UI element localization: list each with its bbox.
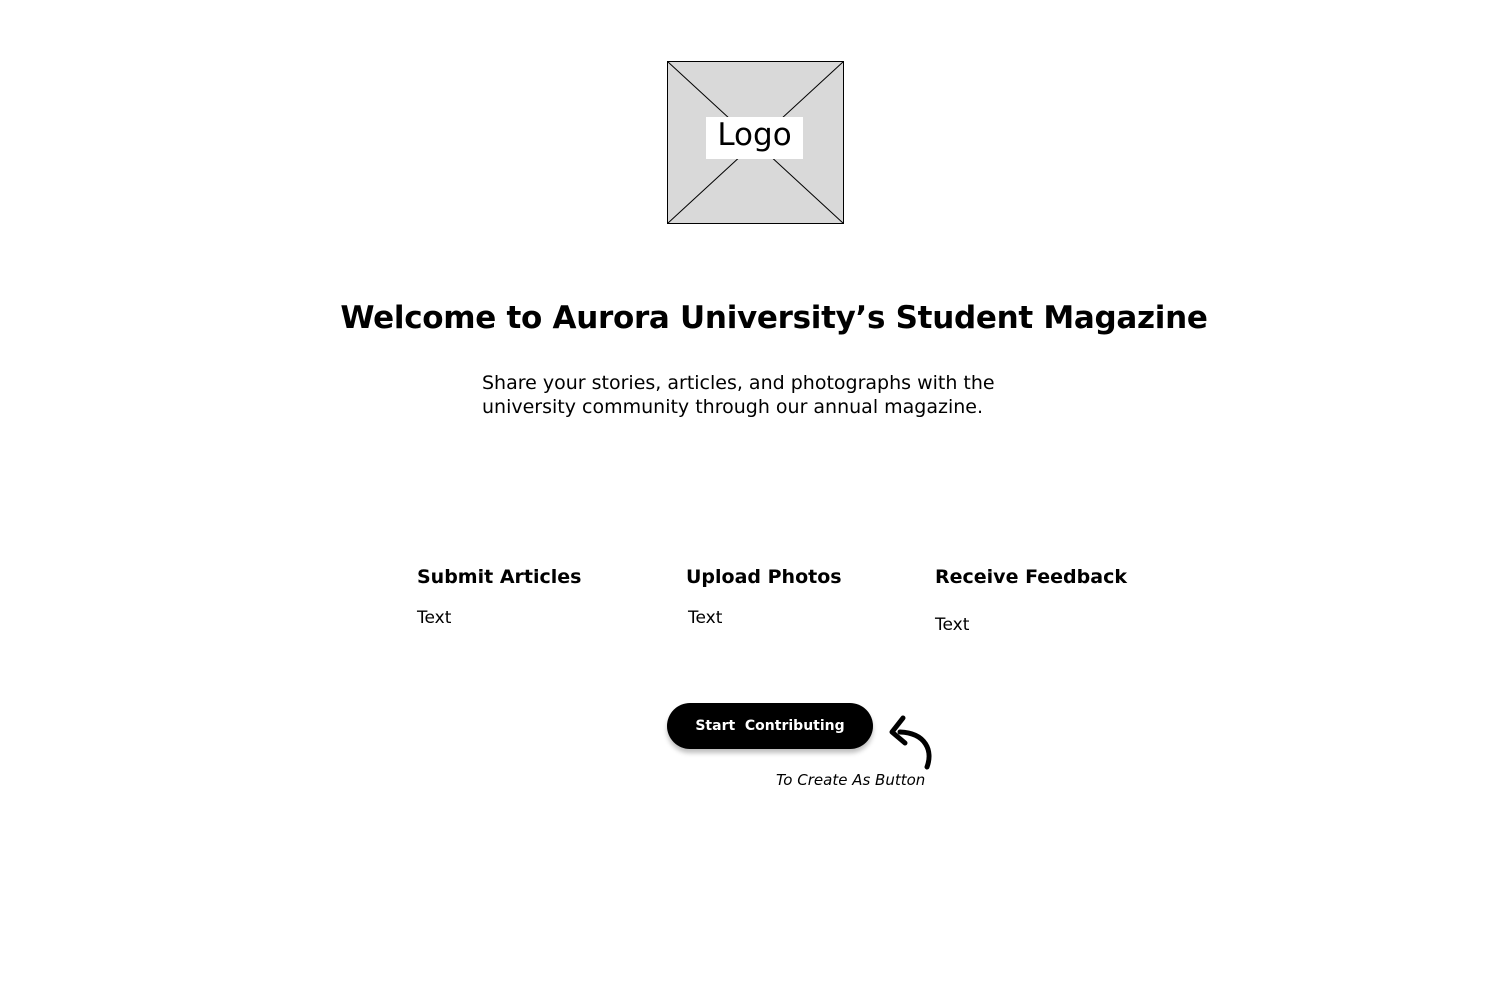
annotation-note: To Create As Button xyxy=(776,771,926,789)
start-contributing-button[interactable]: Start Contributing xyxy=(667,703,873,749)
feature-text: Text xyxy=(935,615,970,635)
feature-title: Upload Photos xyxy=(686,566,842,588)
intro-text: Share your stories, articles, and photog… xyxy=(482,372,995,418)
feature-submit-articles: Submit Articles Text xyxy=(417,564,582,628)
feature-title: Receive Feedback xyxy=(935,566,1127,588)
feature-upload-photos: Upload Photos Text xyxy=(686,564,842,628)
page-title: Welcome to Aurora University’s Student M… xyxy=(340,300,1208,336)
logo-label: Logo xyxy=(706,117,803,159)
curved-arrow-icon xyxy=(889,715,932,770)
feature-title: Submit Articles xyxy=(417,566,582,588)
feature-receive-feedback: Receive Feedback Text xyxy=(935,564,1127,635)
logo-placeholder: Logo xyxy=(667,61,844,224)
feature-text: Text xyxy=(688,608,723,628)
feature-text: Text xyxy=(417,608,452,628)
